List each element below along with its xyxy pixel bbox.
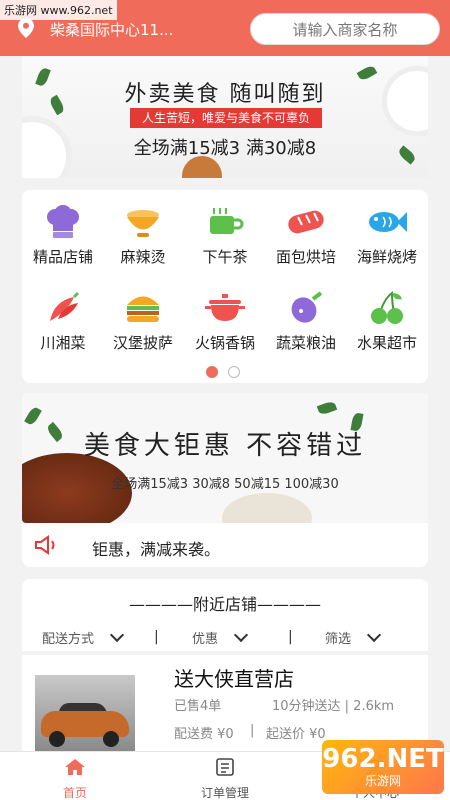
chevron-down-icon	[109, 627, 125, 643]
page-dot[interactable]	[228, 366, 240, 378]
category-item[interactable]: 汉堡披萨	[102, 290, 184, 353]
category-label: 川湘菜	[40, 334, 86, 352]
burger-icon	[123, 290, 163, 326]
category-label: 面包烘培	[275, 248, 336, 266]
category-item[interactable]: 川湘菜	[22, 290, 104, 353]
logo-text: 962.NET	[322, 743, 444, 774]
chevron-down-icon	[366, 627, 382, 643]
category-grid: 精品店铺 麻辣烫 下午茶 面包烘培 海鲜烧烤 川湘菜 汉堡披萨 火锅香锅 蔬菜粮…	[22, 190, 428, 383]
tab-orders[interactable]: 订单管理	[185, 758, 265, 800]
filter-divider: |	[154, 629, 159, 645]
tab-home[interactable]: 首页	[35, 758, 115, 800]
location-label[interactable]: 柴桑国际中心11...	[50, 19, 173, 40]
shop-name: 送大侠直营店	[174, 667, 294, 691]
page-indicator	[206, 366, 240, 378]
category-label: 精品店铺	[32, 248, 93, 266]
category-label: 汉堡披萨	[112, 334, 173, 352]
category-label: 蔬菜粮油	[275, 334, 336, 352]
bowl-icon	[123, 204, 163, 240]
category-item[interactable]: 下午茶	[184, 204, 266, 267]
filter-label: 筛选	[325, 632, 352, 647]
banner-subtitle: 人生苦短，唯爱与美食不可辜负	[130, 108, 322, 128]
filter-bar: 配送方式 | 优惠 | 筛选	[22, 623, 428, 651]
shop-sold: 已售4单	[174, 699, 222, 714]
leaf-decoration	[316, 400, 338, 416]
category-label: 水果超市	[356, 334, 417, 352]
search-input[interactable]: 请输入商家名称	[250, 13, 440, 45]
discount-filter[interactable]: 优惠	[192, 627, 249, 647]
category-item[interactable]: 精品店铺	[22, 204, 104, 267]
section-title: ————附近店铺————	[128, 595, 321, 614]
category-item[interactable]: 火锅香锅	[184, 290, 266, 353]
meta-divider: |	[250, 723, 255, 738]
category-item[interactable]: 蔬菜粮油	[265, 290, 347, 353]
logo-subtext: 乐游网	[364, 773, 401, 788]
location-pin-icon[interactable]	[18, 18, 34, 38]
home-icon	[65, 759, 85, 775]
banner-title: 外卖美食 随叫随到	[124, 82, 326, 107]
tab-label: 首页	[62, 786, 87, 800]
promo-banner-2[interactable]: 美食大钜惠 不容错过 全场满15减3 30减8 50减15 100减30	[22, 393, 428, 523]
delivery-filter[interactable]: 配送方式	[42, 627, 125, 647]
filter-label: 配送方式	[42, 632, 95, 647]
banner-offer: 全场满15减3 30减8 50减15 100减30	[111, 477, 339, 492]
category-label: 下午茶	[202, 248, 248, 266]
shop-fee: 配送费 ¥0	[174, 727, 234, 742]
notice-text: 钜惠，满减来袭。	[92, 540, 221, 559]
notice-bar[interactable]: 钜惠，满减来袭。	[22, 523, 428, 567]
chili-icon	[43, 290, 83, 326]
category-label: 麻辣烫	[120, 248, 166, 266]
category-item[interactable]: 水果超市	[346, 290, 428, 353]
shop-min-order: 起送价 ¥0	[266, 727, 326, 742]
tab-label: 订单管理	[200, 786, 249, 800]
chef-hat-icon	[43, 204, 83, 240]
filter-label: 优惠	[192, 632, 219, 647]
banner-offer: 全场满15减3 满30减8	[133, 138, 317, 159]
category-item[interactable]: 麻辣烫	[102, 204, 184, 267]
category-item[interactable]: 海鲜烧烤	[346, 204, 428, 267]
filter-divider: |	[288, 629, 293, 645]
page-dot-active[interactable]	[206, 366, 218, 378]
site-watermark: 乐游网 www.962.net	[0, 0, 117, 20]
tea-cup-icon	[205, 204, 245, 240]
chevron-down-icon	[233, 627, 249, 643]
bread-icon	[286, 204, 326, 240]
category-label: 火锅香锅	[194, 334, 255, 352]
food-plate-decoration	[222, 493, 312, 523]
speaker-icon	[35, 535, 55, 555]
order-icon	[216, 758, 234, 776]
screen-filter[interactable]: 筛选	[325, 627, 382, 647]
promo-banner-1[interactable]: 外卖美食 随叫随到 人生苦短，唯爱与美食不可辜负 全场满15减3 满30减8	[22, 56, 428, 178]
banner-title: 美食大钜惠 不容错过	[83, 431, 367, 461]
shop-delivery-time: 10分钟送达 | 2.6km	[272, 699, 395, 714]
shop-card[interactable]: 送大侠直营店 已售4单 10分钟送达 | 2.6km 配送费 ¥0 | 起送价 …	[22, 655, 428, 751]
fish-icon	[367, 204, 407, 240]
nearby-shops-header: ————附近店铺————	[22, 579, 428, 623]
shop-thumbnail	[35, 675, 135, 751]
category-label: 海鲜烧烤	[356, 248, 417, 266]
hotpot-icon	[205, 290, 245, 326]
leaf-decoration	[24, 405, 42, 427]
eggplant-icon	[286, 290, 326, 326]
cherry-icon	[367, 290, 407, 326]
site-logo-watermark: 962.NET 乐游网	[322, 740, 444, 794]
category-item[interactable]: 面包烘培	[265, 204, 347, 267]
